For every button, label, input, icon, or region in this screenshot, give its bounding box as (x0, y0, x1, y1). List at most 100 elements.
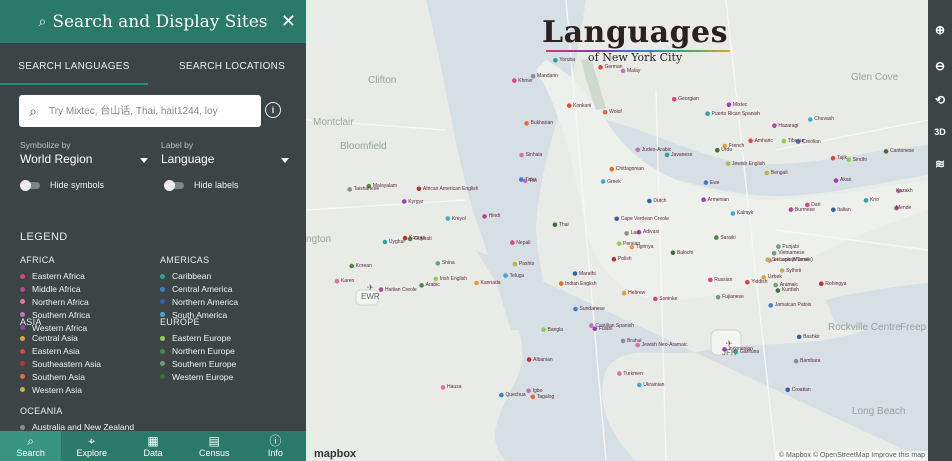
language-dot[interactable] (671, 97, 677, 102)
language-dot[interactable] (621, 290, 627, 296)
nav-search[interactable]: ⌕ Search (0, 431, 62, 461)
nav-info[interactable]: ⓘ Info (245, 431, 306, 461)
language-dot[interactable] (602, 109, 608, 115)
language-dot[interactable] (600, 179, 606, 184)
map-attribution[interactable]: © Mapbox © OpenStreetMap Improve this ma… (775, 451, 928, 460)
language-dot[interactable] (526, 357, 532, 362)
layers-icon[interactable]: ≋ (930, 154, 950, 174)
legend-item[interactable]: Central Asia (20, 332, 101, 345)
language-dot[interactable] (745, 279, 750, 285)
language-dot[interactable] (499, 392, 504, 398)
legend-item[interactable]: Southeastern Asia (20, 358, 101, 371)
hide-labels-toggle[interactable]: Hide labels (164, 179, 239, 191)
language-dot[interactable] (863, 198, 869, 203)
3d-toggle-icon[interactable]: 3D (930, 122, 950, 142)
language-dot[interactable] (611, 256, 617, 262)
language-dot[interactable] (440, 385, 446, 390)
language-dot[interactable] (793, 358, 799, 364)
language-dot[interactable] (768, 303, 773, 308)
tab-search-languages[interactable]: SEARCH LANGUAGES (0, 47, 148, 85)
language-dot[interactable] (589, 323, 594, 328)
legend-item[interactable]: Eastern Africa (20, 270, 90, 283)
zoom-in-icon[interactable]: ⊕ (930, 20, 950, 40)
language-dot[interactable] (775, 288, 781, 293)
nav-census[interactable]: ▤ Census (184, 431, 245, 461)
language-dot[interactable] (474, 280, 479, 286)
language-dot[interactable] (620, 338, 626, 344)
language-dot[interactable] (726, 102, 732, 108)
toggle-switch[interactable] (20, 179, 40, 191)
language-dot[interactable] (573, 306, 578, 312)
zoom-out-icon[interactable]: ⊖ (930, 56, 950, 76)
language-dot[interactable] (714, 235, 719, 240)
language-dot[interactable] (541, 327, 546, 333)
language-dot[interactable] (647, 198, 652, 204)
legend-item[interactable]: Western Asia (20, 383, 101, 396)
language-dot[interactable] (614, 216, 619, 222)
language-dot[interactable] (526, 388, 531, 394)
legend-item[interactable]: Central America (160, 283, 238, 296)
label-by-select[interactable]: Label by Language (161, 140, 291, 166)
language-dot[interactable] (433, 276, 439, 282)
language-dot[interactable] (846, 157, 852, 162)
language-dot[interactable] (445, 216, 451, 221)
language-dot[interactable] (765, 257, 770, 263)
language-dot[interactable] (510, 240, 515, 245)
language-dot[interactable] (552, 222, 558, 228)
legend-item[interactable]: Northern America (160, 296, 238, 309)
legend-item[interactable]: Caribbean (160, 270, 238, 283)
language-dot[interactable] (703, 180, 709, 185)
language-dot[interactable] (524, 121, 529, 126)
language-dot[interactable] (781, 138, 787, 144)
language-dot[interactable] (833, 178, 839, 183)
language-dot[interactable] (347, 187, 352, 192)
legend-item[interactable]: Southern Asia (20, 370, 101, 383)
language-dot[interactable] (653, 296, 658, 302)
language-dot[interactable] (553, 58, 558, 63)
language-dot[interactable] (705, 111, 710, 116)
map-canvas[interactable]: Languages of New York City Clifton Montc… (306, 0, 928, 461)
language-dot[interactable] (482, 214, 487, 219)
language-dot[interactable] (831, 207, 836, 213)
language-dot[interactable] (512, 261, 518, 267)
legend-item[interactable]: Middle Africa (20, 283, 90, 296)
language-dot[interactable] (609, 166, 615, 172)
hide-symbols-toggle[interactable]: Hide symbols (20, 179, 104, 191)
language-dot[interactable] (830, 155, 836, 161)
language-dot[interactable] (512, 78, 517, 83)
legend-item[interactable]: Eastern Europe (160, 332, 236, 345)
language-dot[interactable] (349, 263, 354, 269)
language-dot[interactable] (773, 282, 778, 288)
language-dot[interactable] (708, 277, 713, 283)
language-dot[interactable] (819, 281, 824, 287)
language-dot[interactable] (664, 152, 670, 158)
language-dot[interactable] (883, 149, 889, 154)
language-dot[interactable] (788, 207, 794, 212)
nav-data[interactable]: ▦ Data (122, 431, 183, 461)
language-dot[interactable] (701, 197, 706, 202)
language-dot[interactable] (519, 177, 524, 182)
language-dot[interactable] (419, 283, 424, 288)
legend-item[interactable]: Southern Europe (160, 358, 236, 371)
reset-view-icon[interactable]: ⟲ (930, 90, 950, 110)
language-dot[interactable] (808, 117, 813, 122)
language-dot[interactable] (566, 103, 572, 108)
legend-item[interactable]: Western Europe (160, 370, 236, 383)
language-dot[interactable] (416, 186, 422, 192)
language-dot[interactable] (715, 148, 720, 153)
toggle-switch[interactable] (164, 179, 184, 191)
language-dot[interactable] (785, 387, 790, 393)
language-search-input[interactable] (47, 104, 256, 118)
language-dot[interactable] (435, 261, 441, 266)
language-dot[interactable] (530, 394, 536, 400)
language-dot[interactable] (796, 334, 802, 340)
language-dot[interactable] (401, 199, 407, 204)
language-dot[interactable] (715, 294, 721, 300)
language-dot[interactable] (779, 268, 785, 273)
language-dot[interactable] (616, 241, 622, 246)
tab-search-locations[interactable]: SEARCH LOCATIONS (158, 47, 306, 85)
language-dot[interactable] (637, 382, 642, 388)
legend-item[interactable]: Eastern Asia (20, 345, 101, 358)
language-dot[interactable] (617, 371, 622, 376)
symbolize-by-select[interactable]: Symbolize by World Region (20, 140, 150, 166)
